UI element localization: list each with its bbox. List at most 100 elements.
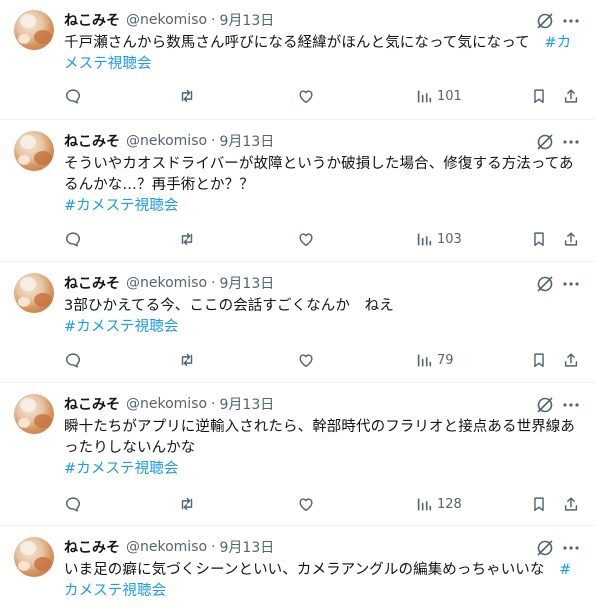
share-button[interactable] [562,86,580,106]
tweet-date[interactable]: 9月13日 [220,394,275,414]
avatar[interactable] [14,131,54,171]
avatar[interactable] [14,273,54,313]
views-icon [417,498,432,511]
hashtag-link[interactable]: #カメステ視聴会 [64,198,178,214]
bookmark-icon [534,497,544,512]
like-button[interactable] [297,86,315,106]
retweet-button[interactable] [178,494,196,514]
bookmark-icon [534,89,544,104]
bookmark-button[interactable] [530,494,548,514]
tweet-header: ねこみそ @nekomiso · 9月13日 [64,132,274,150]
tweet[interactable]: ねこみそ @nekomiso · 9月13日 瞬十たちがアプリに逆輸入されたら、… [0,384,595,526]
retweet-button[interactable] [178,86,196,106]
bookmark-button[interactable] [530,229,548,249]
views-button[interactable]: 103 [415,229,462,249]
user-handle[interactable]: @nekomiso [126,275,207,291]
share-icon [564,89,578,103]
separator-dot: · [211,275,216,291]
bookmark-icon [534,353,544,368]
more-icon[interactable] [561,132,581,152]
share-button[interactable] [562,350,580,370]
reply-button[interactable] [64,86,82,106]
user-handle[interactable]: @nekomiso [126,133,207,149]
tweet-text: いま足の癖に気づくシーンといい、カメラアングルの編集めっちゃいいな #カメステ視… [64,560,584,602]
hashtag-link[interactable]: #カメステ視聴会 [64,461,178,477]
display-name[interactable]: ねこみそ [64,273,120,293]
tweet-header: ねこみそ @nekomiso · 9月13日 [64,11,274,29]
bookmark-button[interactable] [530,86,548,106]
tweet-header: ねこみそ @nekomiso · 9月13日 [64,274,274,292]
tweet-header: ねこみそ @nekomiso · 9月13日 [64,538,274,556]
grok-icon[interactable] [535,395,555,415]
like-button[interactable] [297,229,315,249]
display-name[interactable]: ねこみそ [64,131,120,151]
grok-icon[interactable] [535,11,555,31]
tweet-text: 千戸瀬さんから数馬さん呼びになる経緯がほんと気になって気になって #カメステ視聴… [64,33,584,75]
retweet-icon [181,353,193,367]
views-button[interactable]: 128 [415,494,462,514]
tweet-body: 瞬十たちがアプリに逆輸入されたら、幹部時代のフラリオと接点ある世界線あったりしな… [64,419,575,456]
tweet-text: 3部ひかえてる今、ここの会話すごくなんか ねえ #カメステ視聴会 [64,296,584,338]
action-bar: 103 [64,229,584,249]
tweet[interactable]: ねこみそ @nekomiso · 9月13日 千戸瀬さんから数馬さん呼びになる経… [0,0,595,120]
reply-button[interactable] [64,229,82,249]
action-bar: 101 [64,86,584,106]
display-name[interactable]: ねこみそ [64,394,120,414]
reply-button[interactable] [64,494,82,514]
grok-icon[interactable] [535,538,555,558]
tweet[interactable]: ねこみそ @nekomiso · 9月13日 3部ひかえてる今、ここの会話すごく… [0,263,595,383]
display-name[interactable]: ねこみそ [64,10,120,30]
tweet[interactable]: ねこみそ @nekomiso · 9月13日 そういやカオスドライバーが故障とい… [0,121,595,262]
display-name[interactable]: ねこみそ [64,537,120,557]
retweet-button[interactable] [178,229,196,249]
reply-icon [65,232,81,247]
user-handle[interactable]: @nekomiso [126,396,207,412]
grok-icon[interactable] [535,132,555,152]
more-icon[interactable] [561,395,581,415]
reply-button[interactable] [64,350,82,370]
user-handle[interactable]: @nekomiso [126,539,207,555]
tweet-text: 瞬十たちがアプリに逆輸入されたら、幹部時代のフラリオと接点ある世界線あったりしな… [64,417,584,480]
retweet-icon [181,232,193,246]
user-handle[interactable]: @nekomiso [126,12,207,28]
more-icon[interactable] [561,11,581,31]
like-button[interactable] [297,494,315,514]
bookmark-button[interactable] [530,350,548,370]
tweet-body: 千戸瀬さんから数馬さん呼びになる経緯がほんと気になって気になって [64,35,545,51]
tweet-date[interactable]: 9月13日 [220,131,275,151]
like-icon [299,354,313,368]
retweet-icon [181,89,193,103]
grok-icon[interactable] [535,274,555,294]
avatar[interactable] [14,10,54,50]
tweet-date[interactable]: 9月13日 [220,537,275,557]
action-bar: 128 [64,494,584,514]
retweet-button[interactable] [178,350,196,370]
separator-dot: · [211,396,216,412]
bookmark-icon [534,232,544,247]
tweet-header: ねこみそ @nekomiso · 9月13日 [64,395,274,413]
reply-icon [65,353,81,368]
share-button[interactable] [562,229,580,249]
views-button[interactable]: 101 [415,86,462,106]
share-button[interactable] [562,494,580,514]
hashtag-link[interactable]: #カメステ視聴会 [64,319,178,335]
views-icon [417,354,432,367]
view-count: 103 [437,231,462,247]
tweet-text: そういやカオスドライバーが故障というか破損した場合、修復する方法ってあるんかな…… [64,154,584,217]
share-icon [564,353,578,367]
more-icon[interactable] [561,274,581,294]
like-button[interactable] [297,350,315,370]
views-button[interactable]: 79 [415,350,454,370]
tweet-date[interactable]: 9月13日 [220,273,275,293]
reply-icon [65,497,81,512]
action-bar: 79 [64,350,584,370]
tweet-date[interactable]: 9月13日 [220,10,275,30]
views-icon [417,233,432,246]
avatar[interactable] [14,537,54,577]
view-count: 101 [437,88,462,104]
more-icon[interactable] [561,538,581,558]
tweet[interactable]: ねこみそ @nekomiso · 9月13日 いま足の癖に気づくシーンといい、カ… [0,527,595,615]
avatar[interactable] [14,394,54,434]
tweet-body: そういやカオスドライバーが故障というか破損した場合、修復する方法ってあるんかな…… [64,156,574,193]
tweet-body: いま足の癖に気づくシーンといい、カメラアングルの編集めっちゃいいな [64,562,560,578]
